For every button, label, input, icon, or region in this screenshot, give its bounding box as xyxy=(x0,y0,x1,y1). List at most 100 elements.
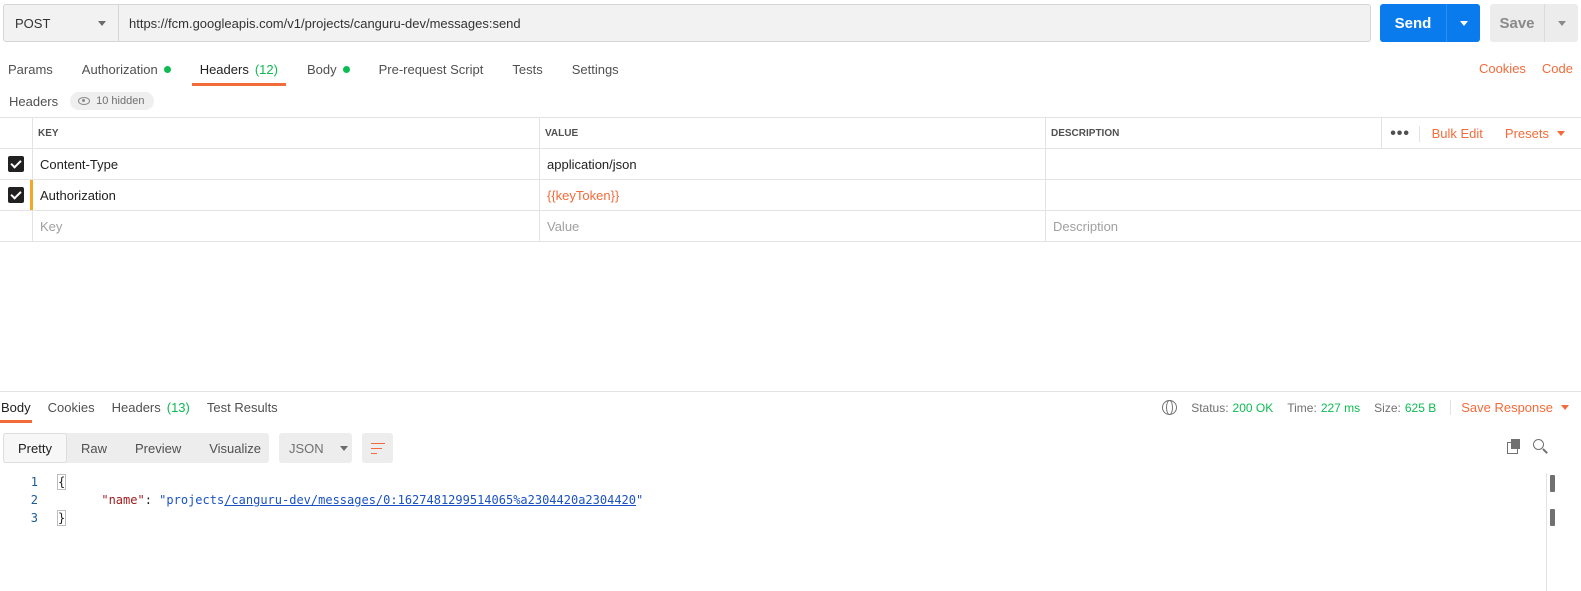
size-label: Size: xyxy=(1374,400,1401,415)
value-cell[interactable]: application/json xyxy=(540,149,1046,179)
save-response-dropdown[interactable]: Save Response xyxy=(1450,400,1569,415)
code-brace: } xyxy=(56,510,67,526)
description-input[interactable]: Description xyxy=(1046,211,1581,241)
tab-label: Headers xyxy=(199,61,249,77)
tab-label: Body xyxy=(1,400,31,415)
send-options-button[interactable] xyxy=(1447,4,1480,42)
send-button[interactable]: Send xyxy=(1380,4,1447,42)
url-input[interactable]: https://fcm.googleapis.com/v1/projects/c… xyxy=(119,5,1370,41)
format-select[interactable]: JSON xyxy=(279,433,352,463)
status-label: Status: xyxy=(1191,400,1229,415)
table-row-new: Key Value Description xyxy=(0,211,1581,242)
response-tab-test-results[interactable]: Test Results xyxy=(206,392,279,423)
size-value: 625 B xyxy=(1404,400,1437,415)
request-links: Cookies Code xyxy=(1479,61,1573,76)
tab-label: Cookies xyxy=(47,400,95,415)
chevron-down-icon xyxy=(1557,20,1566,26)
value-input[interactable]: Value xyxy=(540,211,1046,241)
view-mode-group: Pretty Raw Preview Visualize xyxy=(3,433,269,463)
hidden-headers-toggle[interactable]: 10 hidden xyxy=(70,92,155,110)
method-select[interactable]: POST xyxy=(4,5,119,41)
tab-count: (12) xyxy=(254,61,278,77)
more-icon[interactable]: ••• xyxy=(1380,118,1419,149)
time-info[interactable]: Time: 227 ms xyxy=(1287,401,1360,415)
tab-headers[interactable]: Headers (12) xyxy=(191,52,287,86)
chevron-down-icon xyxy=(1561,405,1569,410)
response-scrollbar[interactable] xyxy=(1546,473,1558,591)
json-key: "name" xyxy=(101,493,145,507)
response-tab-headers[interactable]: Headers (13) xyxy=(111,392,191,423)
search-icon[interactable] xyxy=(1533,439,1548,454)
row-checkbox-cell xyxy=(0,211,33,241)
line-number: 3 xyxy=(30,511,38,525)
response-body[interactable]: 1 { 2 "name": "projects/canguru-dev/mess… xyxy=(0,473,1545,527)
tab-label: Test Results xyxy=(206,400,278,415)
request-tabs: Params Authorization Headers (12) Body Pr… xyxy=(0,52,640,86)
status-dot-icon xyxy=(342,65,350,73)
checkbox-checked-icon[interactable] xyxy=(8,187,24,203)
save-button[interactable]: Save xyxy=(1490,4,1545,42)
value-cell[interactable]: {{keyToken}} xyxy=(540,180,1046,210)
tab-params[interactable]: Params xyxy=(0,52,61,86)
size-info[interactable]: Size: 625 B xyxy=(1374,401,1436,415)
line-number: 2 xyxy=(30,493,38,507)
headers-table: KEY VALUE DESCRIPTION ••• Bulk Edit Pres… xyxy=(0,117,1581,242)
presets-dropdown[interactable]: Presets xyxy=(1495,126,1581,141)
tab-label: Pre-request Script xyxy=(378,61,484,77)
method-value: POST xyxy=(15,15,51,31)
status-info[interactable]: Status: 200 OK xyxy=(1191,401,1273,415)
key-input[interactable]: Key xyxy=(33,211,540,241)
json-value-link[interactable]: /canguru-dev/messages/0:1627481299514065… xyxy=(224,493,636,507)
copy-icon[interactable] xyxy=(1507,439,1521,454)
chevron-down-icon xyxy=(98,21,106,26)
chevron-down-icon xyxy=(1459,20,1468,26)
time-label: Time: xyxy=(1287,400,1317,415)
checkbox-column-header xyxy=(0,118,33,148)
tab-body[interactable]: Body xyxy=(299,52,358,86)
tab-settings[interactable]: Settings xyxy=(564,52,627,86)
url-value: https://fcm.googleapis.com/v1/projects/c… xyxy=(129,15,521,31)
view-preview-button[interactable]: Preview xyxy=(121,433,195,463)
view-raw-button[interactable]: Raw xyxy=(67,433,121,463)
cookies-link[interactable]: Cookies xyxy=(1479,61,1526,76)
globe-icon[interactable] xyxy=(1162,400,1178,415)
view-visualize-button[interactable]: Visualize xyxy=(195,433,275,463)
key-cell[interactable]: Content-Type xyxy=(33,149,540,179)
time-value: 227 ms xyxy=(1320,400,1361,415)
chevron-down-icon xyxy=(339,445,348,451)
tab-authorization[interactable]: Authorization xyxy=(74,52,179,86)
chevron-down-icon xyxy=(1557,131,1565,136)
description-cell[interactable] xyxy=(1046,180,1581,210)
tab-tests[interactable]: Tests xyxy=(504,52,550,86)
tab-pre-request-script[interactable]: Pre-request Script xyxy=(371,52,492,86)
key-cell[interactable]: Authorization xyxy=(33,180,540,210)
table-row: Authorization {{keyToken}} xyxy=(0,180,1581,211)
presets-label: Presets xyxy=(1504,126,1549,141)
response-tabs: Body Cookies Headers (13) Test Results xyxy=(0,392,294,423)
description-cell[interactable] xyxy=(1046,149,1581,179)
tab-label: Params xyxy=(8,61,53,77)
view-pretty-button[interactable]: Pretty xyxy=(3,433,67,463)
eye-icon xyxy=(78,97,91,105)
row-checkbox-cell xyxy=(0,149,33,179)
line-number: 1 xyxy=(30,475,38,489)
tab-count: (13) xyxy=(166,400,190,415)
wrap-lines-button[interactable] xyxy=(362,433,393,463)
checkbox-checked-icon[interactable] xyxy=(8,156,24,172)
description-column-label: DESCRIPTION xyxy=(1051,127,1120,139)
response-tab-body[interactable]: Body xyxy=(0,392,32,423)
code-brace: { xyxy=(56,474,67,490)
json-colon: : xyxy=(144,493,160,507)
code-link[interactable]: Code xyxy=(1542,61,1573,76)
headers-title: Headers xyxy=(9,93,59,109)
bulk-edit-button[interactable]: Bulk Edit xyxy=(1418,125,1495,142)
response-tab-cookies[interactable]: Cookies xyxy=(47,392,96,423)
code-line: 3 } xyxy=(0,509,1545,527)
save-options-button[interactable] xyxy=(1545,4,1578,42)
tab-label: Settings xyxy=(571,61,619,77)
format-value: JSON xyxy=(289,440,324,456)
tab-label: Tests xyxy=(512,61,543,77)
headers-subheader: Headers 10 hidden xyxy=(9,92,155,110)
table-row: Content-Type application/json xyxy=(0,149,1581,180)
key-column-header: KEY xyxy=(33,118,540,148)
